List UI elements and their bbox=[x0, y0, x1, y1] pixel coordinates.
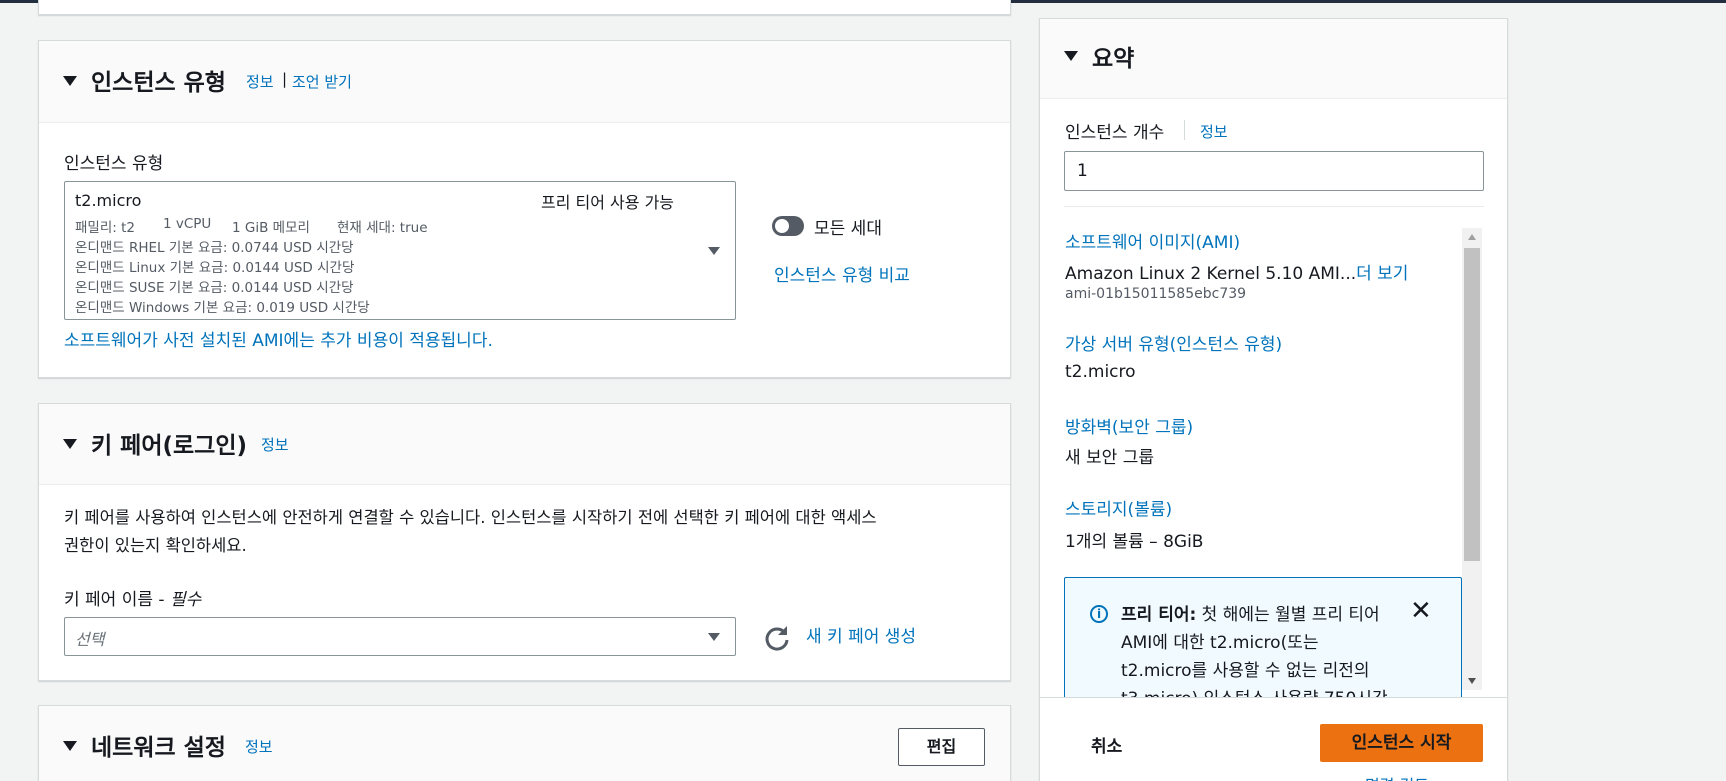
key-pair-description-line2: 권한이 있는지 확인하세요. bbox=[64, 536, 247, 555]
info-icon: i bbox=[1090, 605, 1108, 623]
info-link[interactable]: 정보 bbox=[261, 434, 289, 455]
key-pair-name-label: 키 페어 이름 - 필수 bbox=[64, 585, 201, 610]
collapse-caret-icon[interactable] bbox=[63, 76, 77, 86]
free-tier-alert-title: 프리 티어: bbox=[1121, 605, 1197, 625]
server-type-link[interactable]: 가상 서버 유형(인스턴스 유형) bbox=[1065, 330, 1282, 355]
scroll-down-arrow-icon[interactable] bbox=[1468, 678, 1476, 684]
edit-button[interactable]: 편집 bbox=[898, 728, 985, 766]
key-pair-description-line1: 키 페어를 사용하여 인스턴스에 안전하게 연결할 수 있습니다. 인스턴스를 … bbox=[64, 508, 877, 527]
selected-instance-name: t2.micro bbox=[75, 191, 142, 210]
section-title: 네트워크 설정 bbox=[91, 735, 226, 761]
network-header: 네트워크 설정 정보 편집 bbox=[39, 706, 1010, 781]
summary-divider bbox=[1064, 206, 1484, 207]
dropdown-arrow-icon bbox=[708, 633, 720, 641]
key-pair-label-text: 키 페어 이름 - bbox=[64, 590, 170, 610]
section-title: 인스턴스 유형 bbox=[91, 70, 226, 96]
review-commands-link[interactable]: 명령 검토 bbox=[1365, 772, 1429, 781]
instance-count-input[interactable]: 1 bbox=[1064, 151, 1484, 191]
instance-count-label: 인스턴스 개수 bbox=[1065, 123, 1165, 143]
close-icon[interactable]: ✕ bbox=[1410, 596, 1432, 626]
price-suse: 온디맨드 SUSE 기본 요금: 0.0144 USD 시간당 bbox=[75, 280, 354, 296]
network-panel: 네트워크 설정 정보 편집 bbox=[38, 705, 1011, 781]
server-type-value: t2.micro bbox=[1065, 362, 1136, 382]
ami-id: ami-01b15011585ebc739 bbox=[1065, 286, 1247, 302]
toggle-knob bbox=[775, 219, 789, 233]
instance-type-select[interactable]: t2.micro 프리 티어 사용 가능 패밀리: t2 1 vCPU 1 Gi… bbox=[64, 181, 736, 320]
firewall-link[interactable]: 방화벽(보안 그룹) bbox=[1065, 413, 1193, 438]
section-title: 키 페어(로그인) bbox=[91, 433, 247, 459]
info-link[interactable]: 정보 bbox=[245, 736, 273, 757]
collapse-caret-icon[interactable] bbox=[1064, 51, 1078, 61]
summary-header: 요약 bbox=[1040, 19, 1507, 99]
storage-link[interactable]: 스토리지(볼륨) bbox=[1065, 495, 1172, 520]
cancel-button[interactable]: 취소 bbox=[1091, 732, 1122, 757]
family-text: 패밀리: t2 bbox=[75, 220, 135, 236]
collapse-caret-icon[interactable] bbox=[63, 439, 77, 449]
refresh-icon[interactable] bbox=[764, 625, 790, 651]
all-generations-toggle[interactable] bbox=[772, 216, 804, 236]
instance-count-info-link[interactable]: 정보 bbox=[1200, 121, 1228, 142]
scroll-up-arrow-icon[interactable] bbox=[1468, 234, 1476, 240]
create-key-pair-link[interactable]: 새 키 페어 생성 bbox=[806, 622, 916, 647]
key-pair-header: 키 페어(로그인) 정보 bbox=[39, 404, 1010, 485]
info-link[interactable]: 정보 bbox=[246, 71, 274, 92]
price-windows: 온디맨드 Windows 기본 요금: 0.019 USD 시간당 bbox=[75, 300, 370, 316]
storage-value: 1개의 볼륨 – 8GiB bbox=[1065, 532, 1204, 552]
collapse-caret-icon[interactable] bbox=[63, 741, 77, 751]
required-text: 필수 bbox=[169, 590, 202, 610]
summary-scrollbar[interactable] bbox=[1462, 228, 1482, 690]
label-divider bbox=[1184, 120, 1185, 140]
instance-type-header: 인스턴스 유형 정보 | 조언 받기 bbox=[39, 41, 1010, 123]
compare-instance-types-link[interactable]: 인스턴스 유형 비교 bbox=[774, 261, 910, 286]
separator: | bbox=[282, 70, 288, 88]
price-linux: 온디맨드 Linux 기본 요금: 0.0144 USD 시간당 bbox=[75, 260, 355, 276]
all-generations-label: 모든 세대 bbox=[814, 219, 882, 239]
free-tier-badge: 프리 티어 사용 가능 bbox=[541, 193, 675, 212]
firewall-value: 새 보안 그룹 bbox=[1065, 448, 1155, 468]
generation-text: 현재 세대: true bbox=[337, 220, 428, 236]
ami-link[interactable]: 소프트웨어 이미지(AMI) bbox=[1065, 228, 1240, 253]
vcpu-text: 1 vCPU bbox=[163, 216, 212, 232]
previous-panel bbox=[38, 0, 1011, 15]
instance-type-label: 인스턴스 유형 bbox=[64, 154, 164, 174]
advice-link[interactable]: 조언 받기 bbox=[292, 71, 352, 92]
memory-text: 1 GiB 메모리 bbox=[232, 220, 310, 236]
instance-count-value: 1 bbox=[1077, 161, 1088, 181]
key-pair-select[interactable]: 선택 bbox=[64, 617, 736, 656]
ami-cost-note-link[interactable]: 소프트웨어가 사전 설치된 AMI에는 추가 비용이 적용됩니다. bbox=[64, 326, 493, 351]
ami-more-link[interactable]: 더 보기 bbox=[1356, 264, 1408, 284]
launch-instance-button[interactable]: 인스턴스 시작 bbox=[1320, 724, 1483, 762]
scroll-thumb[interactable] bbox=[1464, 248, 1480, 561]
ami-name-text: Amazon Linux 2 Kernel 5.10 AMI... bbox=[1065, 264, 1357, 284]
summary-title: 요약 bbox=[1092, 46, 1135, 72]
price-rhel: 온디맨드 RHEL 기본 요금: 0.0744 USD 시간당 bbox=[75, 240, 354, 256]
ami-name: Amazon Linux 2 Kernel 5.10 AMI...더 보기 bbox=[1065, 259, 1408, 284]
dropdown-arrow-icon bbox=[708, 247, 720, 255]
key-pair-placeholder: 선택 bbox=[75, 630, 105, 649]
